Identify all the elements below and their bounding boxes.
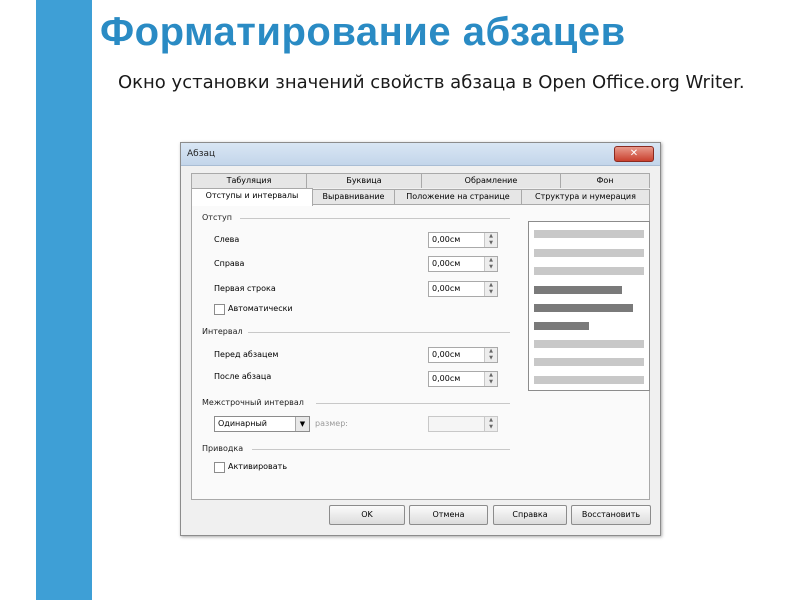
- tab-drop-caps[interactable]: Буквица: [306, 173, 422, 188]
- indent-right-label: Справа: [214, 259, 245, 268]
- cancel-button[interactable]: Отмена: [409, 505, 488, 525]
- dialog-title: Абзац: [187, 149, 216, 159]
- first-line-value: 0,00см: [432, 284, 461, 293]
- indent-left-spinner[interactable]: 0,00см ▲ ▼: [428, 232, 498, 248]
- tab-background[interactable]: Фон: [560, 173, 650, 188]
- divider: [248, 332, 510, 333]
- preview-line: [534, 304, 633, 312]
- size-label: размер:: [315, 419, 348, 428]
- tab-borders[interactable]: Обрамление: [421, 173, 561, 188]
- paragraph-preview: [528, 221, 650, 391]
- divider: [252, 449, 510, 450]
- preview-line: [534, 267, 644, 275]
- spin-arrows-icon[interactable]: ▲ ▼: [484, 257, 497, 271]
- group-line-spacing-label: Межстрочный интервал: [202, 398, 304, 407]
- indent-right-spinner[interactable]: 0,00см ▲ ▼: [428, 256, 498, 272]
- spin-arrows-icon[interactable]: ▲ ▼: [484, 282, 497, 296]
- after-paragraph-value: 0,00см: [432, 374, 461, 383]
- slide-title: Форматирование абзацев: [100, 10, 626, 54]
- group-spacing-label: Интервал: [202, 327, 243, 336]
- paragraph-dialog: Абзац ✕ Табуляция Буквица Обрамление Фон…: [180, 142, 661, 536]
- spin-arrows-icon[interactable]: ▲ ▼: [484, 372, 497, 386]
- preview-line: [534, 249, 644, 257]
- preview-line: [534, 340, 644, 348]
- auto-checkbox[interactable]: [214, 304, 225, 315]
- line-spacing-select[interactable]: Одинарный ▼: [214, 416, 310, 432]
- tab-alignment[interactable]: Выравнивание: [312, 189, 395, 204]
- size-spinner[interactable]: ▲ ▼: [428, 416, 498, 432]
- before-paragraph-label: Перед абзацем: [214, 350, 279, 359]
- tab-tabs[interactable]: Табуляция: [191, 173, 307, 188]
- dialog-titlebar: Абзац ✕: [181, 143, 660, 166]
- spin-arrows-icon[interactable]: ▲ ▼: [484, 348, 497, 362]
- activate-checkbox[interactable]: [214, 462, 225, 473]
- tab-indents-spacing[interactable]: Отступы и интервалы: [191, 188, 313, 206]
- before-paragraph-value: 0,00см: [432, 350, 461, 359]
- divider: [240, 218, 510, 219]
- ok-button[interactable]: OK: [329, 505, 405, 525]
- help-button[interactable]: Справка: [493, 505, 567, 525]
- after-paragraph-label: После абзаца: [214, 372, 272, 381]
- accent-side-bar: [36, 0, 92, 600]
- slide-subtitle: Окно установки значений свойств абзаца в…: [118, 72, 745, 93]
- preview-line: [534, 286, 622, 294]
- first-line-label: Первая строка: [214, 284, 276, 293]
- line-spacing-selected: Одинарный: [218, 419, 267, 428]
- tab-text-flow[interactable]: Положение на странице: [394, 189, 522, 204]
- chevron-down-icon[interactable]: ▼: [295, 417, 309, 431]
- preview-line: [534, 230, 644, 238]
- indent-left-value: 0,00см: [432, 235, 461, 244]
- reset-button[interactable]: Восстановить: [571, 505, 651, 525]
- spin-arrows-icon[interactable]: ▲ ▼: [484, 417, 497, 431]
- after-paragraph-spinner[interactable]: 0,00см ▲ ▼: [428, 371, 498, 387]
- divider: [316, 403, 510, 404]
- tab-outline-numbering[interactable]: Структура и нумерация: [521, 189, 650, 204]
- group-register-label: Приводка: [202, 444, 244, 453]
- preview-line: [534, 322, 589, 330]
- indent-left-label: Слева: [214, 235, 240, 244]
- before-paragraph-spinner[interactable]: 0,00см ▲ ▼: [428, 347, 498, 363]
- activate-label: Активировать: [228, 462, 288, 471]
- preview-line: [534, 376, 644, 384]
- tab-panel: Отступ Слева 0,00см ▲ ▼ Справа 0,00см ▲ ▼ …: [191, 204, 650, 500]
- close-button[interactable]: ✕: [614, 146, 654, 162]
- group-indent-label: Отступ: [202, 213, 232, 222]
- indent-right-value: 0,00см: [432, 259, 461, 268]
- preview-line: [534, 358, 644, 366]
- spin-arrows-icon[interactable]: ▲ ▼: [484, 233, 497, 247]
- first-line-spinner[interactable]: 0,00см ▲ ▼: [428, 281, 498, 297]
- auto-label: Автоматически: [228, 304, 293, 313]
